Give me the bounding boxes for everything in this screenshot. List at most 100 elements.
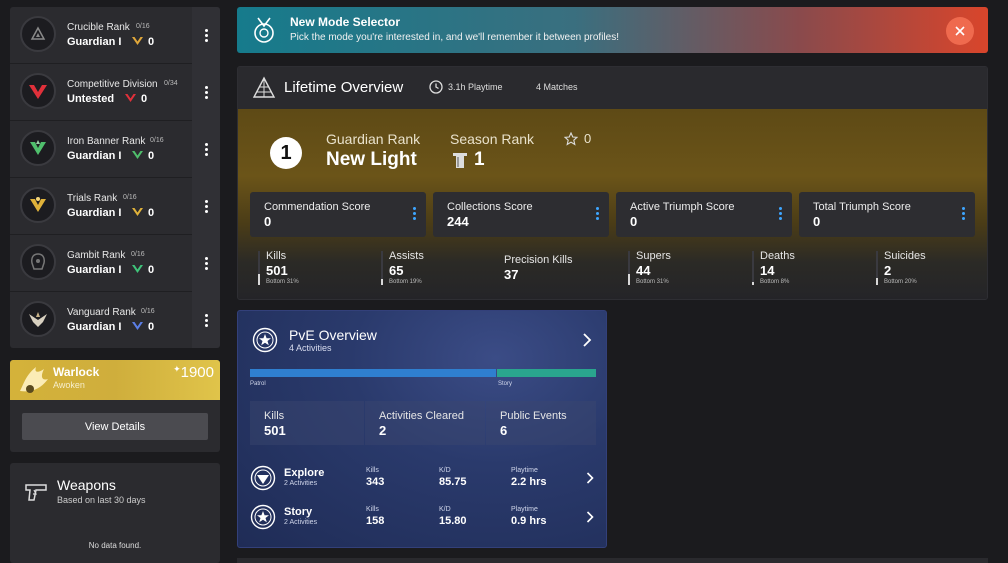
chevron-right-icon[interactable] [582,333,592,347]
more-vertical-icon[interactable] [962,207,965,220]
ranks-panel: Crucible Rank 0/16 Guardian I 0 Competit… [10,7,220,348]
pve-stat-activities-cleared: Activities Cleared 2 [365,401,485,445]
next-card-edge [237,558,988,563]
stat-label: Deaths [760,250,795,262]
rank-row-iron-banner[interactable]: Iron Banner Rank 0/16 Guardian I 0 [10,121,220,178]
stat-value: 14 [760,263,775,278]
stat-value: 2 [884,263,892,278]
light-value: 1900 [180,364,214,381]
pve-subtitle: 4 Activities [289,343,332,353]
rank-chevron-icon [132,265,143,273]
kd-label: K/D [439,467,451,474]
rank-value: 0 [148,150,155,162]
lifetime-title: Lifetime Overview [284,79,404,96]
activity-name: Explore [284,467,325,479]
stat-label: Kills [266,250,287,262]
stat-kills: Kills 501 Bottom 31% [258,249,368,289]
more-vertical-icon[interactable] [779,207,782,220]
notice-title: New Mode Selector [290,15,401,29]
rank-menu-button[interactable] [192,64,220,121]
segment-label: Patrol [250,381,266,387]
vanguard-star-icon [252,327,278,353]
rank-progress: 0/16 [141,308,155,315]
rank-sub: Guardian I [67,264,122,276]
activity-count: 2 Activities [284,480,318,487]
rank-menu-button[interactable] [192,178,220,235]
guardian-rank-value: New Light [326,149,417,170]
rank-menu-button[interactable] [192,121,220,178]
lifetime-header: Lifetime Overview 3.1h Playtime 4 Matche… [238,67,987,109]
iron-banner-emblem-icon [20,130,56,166]
active-triumph-score-card[interactable]: Active Triumph Score 0 [616,192,792,237]
activity-kills: 158 [366,515,385,527]
character-class: Warlock [53,365,100,379]
gambit-emblem-icon [20,244,56,280]
collections-score-card[interactable]: Collections Score 244 [433,192,609,237]
segment-label: Story [498,381,513,387]
weapons-card: Weapons Based on last 30 days No data fo… [10,463,220,563]
explore-icon [250,465,276,491]
rank-row-crucible[interactable]: Crucible Rank 0/16 Guardian I 0 [10,7,220,64]
more-vertical-icon [204,86,208,99]
stat-label: Kills [264,410,285,422]
view-details-button[interactable]: View Details [22,413,208,440]
stat-value: 501 [266,263,288,278]
stat-percentile: Bottom 31% [636,279,669,285]
wing-emblem-icon [20,367,48,393]
stat-label: Public Events [500,410,567,422]
rank-name: Crucible Rank [67,22,130,33]
pve-title: PvE Overview [289,327,377,343]
more-vertical-icon [204,314,208,327]
rank-row-trials[interactable]: Trials Rank 0/16 Guardian I 0 [10,178,220,235]
commendation-score-card[interactable]: Commendation Score 0 [250,192,426,237]
rank-row-gambit[interactable]: Gambit Rank 0/16 Guardian I 0 [10,235,220,292]
close-notice-button[interactable] [946,17,974,45]
stat-value: 65 [389,263,404,278]
total-triumph-score-card[interactable]: Total Triumph Score 0 [799,192,975,237]
weapons-title: Weapons [57,477,116,493]
activity-kills: 343 [366,476,385,488]
guardian-rank-number: 1 [270,137,302,169]
rank-row-competitive[interactable]: Competitive Division 0/34 Untested 0 [10,64,220,121]
rank-menu-button[interactable] [192,292,220,348]
stat-percentile: Bottom 19% [389,279,422,285]
character-emblem-banner: Warlock Awoken ✦1900 [10,360,220,400]
rank-name: Gambit Rank [67,250,126,261]
character-light-level: ✦1900 [173,364,214,381]
crucible-emblem-icon [20,16,56,52]
stat-percentile: Bottom 20% [884,279,917,285]
rank-sub: Untested [67,93,115,105]
stat-percentile: Bottom 8% [760,279,790,285]
rank-menu-button[interactable] [192,235,220,292]
stat-label: Assists [389,250,424,262]
score-label: Commendation Score [264,201,371,213]
activity-row-explore[interactable]: Explore 2 Activities Kills 343 K/D 85.75… [238,462,606,494]
rank-sub: Guardian I [67,207,122,219]
rank-menu-button[interactable] [192,7,220,64]
chevron-right-icon [586,472,594,484]
activity-name: Story [284,506,313,518]
rank-value: 0 [148,264,155,276]
lifetime-overview-card: Lifetime Overview 3.1h Playtime 4 Matche… [237,66,988,300]
more-vertical-icon [204,29,208,42]
percentile-bar [876,251,878,285]
more-vertical-icon[interactable] [596,207,599,220]
character-card: Warlock Awoken ✦1900 View Details [10,360,220,452]
stat-precision-kills: Precision Kills 37 [496,253,616,293]
rank-name: Competitive Division [67,79,158,90]
pve-overview-card[interactable]: PvE Overview 4 Activities Patrol Story K… [237,310,607,548]
rank-row-vanguard[interactable]: Vanguard Rank 0/16 Guardian I 0 [10,292,220,348]
activity-kd: 85.75 [439,476,467,488]
stat-label: Suicides [884,250,926,262]
percentile-bar [258,251,260,285]
season-pass-icon [453,153,467,168]
rank-sub: Guardian I [67,321,122,333]
activity-row-story[interactable]: Story 2 Activities Kills 158 K/D 15.80 P… [238,501,606,533]
rank-progress: 0/16 [150,137,164,144]
rank-value: 0 [141,93,148,105]
kills-label: Kills [366,506,379,513]
stat-value: 501 [264,423,286,438]
more-vertical-icon[interactable] [413,207,416,220]
percentile-bar [381,251,383,285]
percentile-bar [752,251,754,285]
